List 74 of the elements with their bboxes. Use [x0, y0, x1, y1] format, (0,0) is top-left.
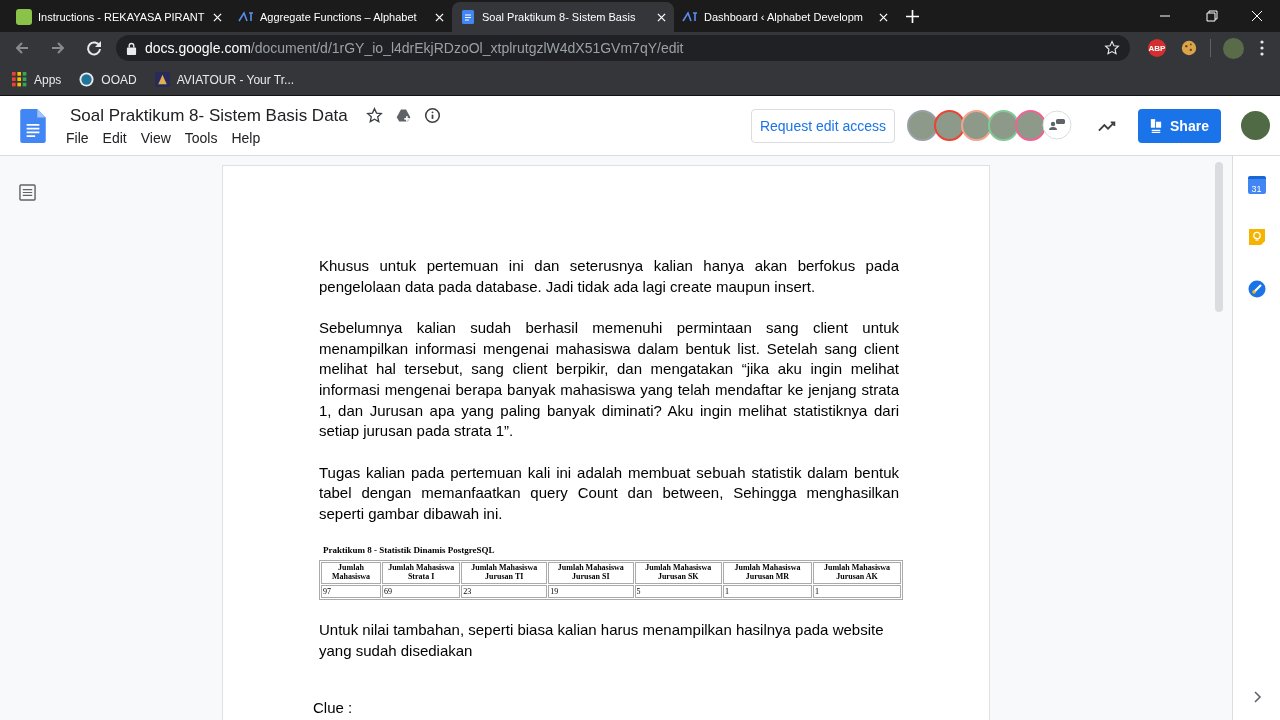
triangle-logo-icon [154, 72, 170, 87]
account-avatar[interactable] [1241, 111, 1270, 140]
tab-title: Soal Praktikum 8- Sistem Basis [482, 11, 637, 23]
table-header: Jumlah Mahasiswa Strata I [382, 562, 461, 584]
menu-icon[interactable] [1260, 40, 1264, 56]
table-header: Jumlah Mahasiswa Jurusan TI [461, 562, 548, 584]
tab-title: Dashboard ‹ Alphabet Developm [704, 11, 864, 23]
drive-add-icon[interactable] [394, 107, 412, 124]
cookie-icon[interactable] [1180, 39, 1198, 57]
menu-item[interactable]: File [66, 129, 95, 146]
outline-icon[interactable] [19, 184, 36, 201]
collaborator-avatar[interactable] [988, 110, 1019, 141]
address-bar[interactable]: docs.google.com/document/d/1rGY_io_l4drEkjRDzoOl_xtplrutgzlW4dX51GVm7qY/edit [116, 35, 1130, 61]
document-icon [460, 9, 476, 25]
more-viewers-icon[interactable] [1042, 110, 1072, 140]
table-cell: 1 [813, 584, 901, 598]
browser-tab[interactable]: Dashboard ‹ Alphabet Developm [674, 2, 896, 32]
apps-grid-icon [12, 72, 27, 87]
browser-tab[interactable]: Soal Praktikum 8- Sistem Basis [452, 2, 674, 32]
share-button[interactable]: Share [1138, 108, 1221, 143]
request-edit-access-button[interactable]: Request edit access [750, 108, 895, 143]
url-text: docs.google.com/document/d/1rGY_io_l4drEkjRDzoOl_xtplrutgzlW4dX51GVm7qY/edit [145, 40, 685, 56]
menu-item[interactable]: Tools [184, 129, 224, 146]
document-title[interactable]: Soal Praktikum 8- Sistem Basis Data [70, 105, 348, 126]
star-icon[interactable] [365, 107, 383, 124]
paragraph: Tugas kalian pada pertemuan kali ini adalah membuat sebuah statistik dalam bentuk tabel dengan memanfaatkan query Count dan between, Sehingga menghasilkan seperti gambar dibawah ini. [319, 462, 899, 525]
calendar-icon[interactable]: 31 [1247, 176, 1266, 194]
clue-label: Clue : [313, 699, 354, 717]
table-cell: 1 [722, 584, 812, 598]
screenshot-title: Praktikum 8 - Statistik Dinamis PostgreSQL [323, 545, 496, 556]
adblock-icon[interactable]: ABP [1148, 39, 1166, 57]
scrollbar-thumb[interactable] [1215, 162, 1223, 312]
new-tab-icon[interactable] [906, 10, 919, 23]
reload-icon[interactable] [84, 38, 104, 58]
table-header: Jumlah Mahasiswa Jurusan SK [634, 562, 722, 584]
browser-tab[interactable]: Aggregate Functions – Alphabet [230, 2, 452, 32]
lock-icon [126, 41, 137, 55]
paragraph: Khusus untuk pertemuan ini dan seterusnya kalian hanya akan berfokus pada pengelolaan data pada database. Jadi tidak ada lagi create maupun insert. [319, 256, 899, 297]
paragraph: Sebelumnya kalian sudah berhasil memenuhi permintaan sang client untuk menampilkan informasi mengenai mahasiswa dalam bentuk list. Setelah sang client melihat hal tersebut, sang client berpikir, dan mengatakan “jika aku ingin melihat informasi mengenai berapa banyak mahasiswa yang telah mendaftar ke jenjang strata 1, dan Jurusan apa yang paling banyak diminati? Aku ingin melihat statistiknya dari setiap jurusan pada strata 1”. [319, 317, 899, 442]
table-cell: 19 [548, 584, 634, 598]
collaborator-avatar[interactable] [907, 110, 938, 141]
tab-title: Aggregate Functions – Alphabet [260, 11, 418, 23]
close-icon[interactable] [879, 12, 888, 22]
table-cell: 5 [634, 584, 722, 598]
close-icon[interactable] [435, 12, 444, 22]
classroom-icon [16, 9, 32, 25]
bookmark[interactable]: Apps [12, 72, 62, 87]
expand-icon[interactable] [1251, 690, 1262, 704]
close-icon[interactable] [657, 12, 666, 22]
menu-item[interactable]: Help [231, 129, 267, 146]
table-cell: 23 [461, 584, 548, 598]
trend-icon[interactable] [1098, 118, 1118, 133]
table-header: Jumlah Mahasiswa Jurusan AK [813, 562, 901, 584]
table-cell: 97 [321, 584, 382, 598]
menu-item[interactable]: View [140, 129, 177, 146]
building-icon [1150, 117, 1163, 134]
info-icon[interactable] [423, 107, 441, 124]
browser-tab[interactable]: Instructions - REKAYASA PIRANT [8, 2, 230, 32]
close-icon[interactable] [213, 12, 222, 22]
wordpress-icon [79, 72, 95, 87]
paragraph: Untuk nilai tambahan, seperti biasa kalian harus menampilkan hasilnya pada website yang sudah disediakan [319, 619, 885, 661]
tasks-icon[interactable] [1247, 280, 1266, 298]
docs-logo-icon[interactable] [20, 108, 46, 143]
table-header: Jumlah Mahasiswa Jurusan SI [548, 562, 634, 584]
collaborator-avatar[interactable] [934, 110, 965, 141]
table-cell: 69 [382, 584, 461, 598]
collaborator-avatar[interactable] [1015, 110, 1046, 141]
table-header: Jumlah Mahasiswa Jurusan MR [722, 562, 812, 584]
bookmark[interactable]: OOAD [79, 72, 137, 87]
collaborator-avatar[interactable] [961, 110, 992, 141]
bookmark[interactable]: AVIATOUR - Your Tr... [154, 72, 295, 87]
tab-title: Instructions - REKAYASA PIRANT [38, 11, 206, 23]
menu-item[interactable]: Edit [102, 129, 133, 146]
table-header: Jumlah Mahasiswa [321, 562, 382, 584]
